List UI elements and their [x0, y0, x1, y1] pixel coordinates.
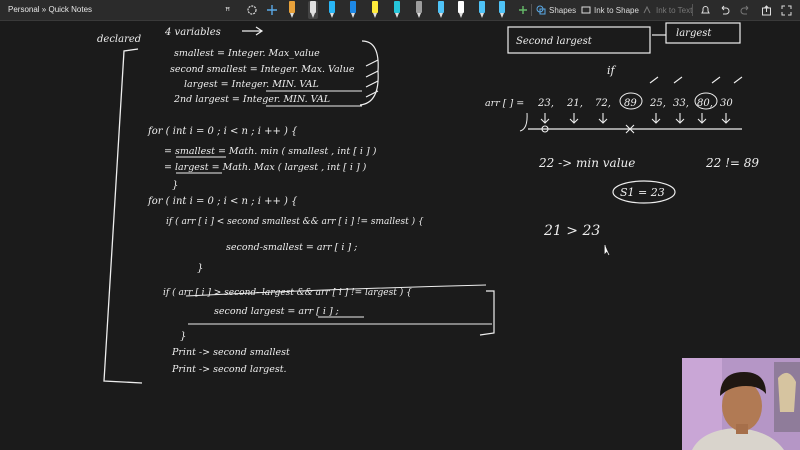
note-min-value: 22 -> min value — [538, 156, 635, 170]
ink-to-shape-label: Ink to Shape — [594, 5, 639, 15]
note-decl-2: second smallest = Integer. Max. Value — [170, 64, 355, 75]
note-decl-1: smallest = Integer. Max_value — [174, 48, 320, 59]
note-variables-header: 4 variables — [164, 27, 221, 38]
lasso-select-icon[interactable]: ꟸ — [222, 2, 238, 18]
ribbon-toolbar: Personal » Quick Notes ꟸ Shapes Ink to S… — [0, 0, 800, 21]
pen-lightblue-icon[interactable] — [436, 1, 446, 19]
ink-to-text-label: Ink to Text — [656, 5, 693, 15]
note-print1: Print -> second smallest — [171, 347, 290, 358]
ink-to-shape-icon — [581, 6, 591, 14]
array-value: 23, — [537, 98, 554, 109]
note-loop2-header: for ( int i = 0 ; i < n ; i ++ ) { — [147, 196, 298, 207]
pen-gray-icon[interactable] — [414, 1, 424, 19]
presenter-video — [682, 358, 800, 450]
pen-teal-icon[interactable] — [392, 1, 402, 19]
tick-marks — [365, 59, 379, 98]
mouse-cursor-icon — [604, 245, 610, 256]
highlighter-orange-icon[interactable] — [287, 1, 297, 19]
pen-yellow-icon[interactable] — [370, 1, 380, 19]
webcam-overlay — [682, 358, 800, 450]
note-loop1-line1: = smallest = Math. min ( smallest , int … — [164, 146, 377, 157]
undo-icon[interactable] — [716, 2, 732, 18]
ink-to-text-icon — [643, 5, 651, 14]
svg-text:ꟸ: ꟸ — [225, 7, 230, 16]
array-value: 33, — [673, 98, 689, 109]
pen-blue-icon[interactable] — [348, 1, 358, 19]
array-value: 72, — [595, 98, 611, 109]
note-if1: if ( arr [ i ] < second smallest && arr … — [166, 216, 424, 227]
toolbar-divider — [531, 4, 532, 16]
note-if-label: if — [607, 64, 617, 77]
note-print2: Print -> second largest. — [171, 364, 287, 375]
note-top-partial: declared — [97, 34, 141, 45]
note-loop1-header: for ( int i = 0 ; i < n ; i ++ ) { — [147, 126, 298, 137]
lasso-icon[interactable] — [244, 2, 260, 18]
pen-skyblue-icon[interactable] — [477, 1, 487, 19]
closing-brace-2: } — [197, 263, 203, 274]
note-neq: 22 != 89 — [705, 156, 759, 170]
array-value: 25, — [649, 98, 666, 109]
array-value: 21, — [566, 98, 583, 109]
ink-to-text-button[interactable]: Ink to Text — [643, 2, 692, 18]
array-value: 30 — [720, 98, 733, 109]
closing-brace-1: } — [172, 180, 178, 191]
add-space-icon[interactable] — [264, 2, 280, 18]
note-decl-4: 2nd largest = Integer. MIN. VAL — [173, 94, 330, 105]
expand-icon[interactable] — [778, 2, 794, 18]
bracket-stroke — [479, 290, 495, 336]
pen-white-icon[interactable] — [456, 1, 466, 19]
note-if1-body: second-smallest = arr [ i ] ; — [226, 242, 357, 253]
note-s1: S1 = 23 — [620, 186, 665, 199]
note-if2-body: second largest = arr [ i ] ; — [214, 306, 339, 317]
note-decl-3: largest = Integer. MIN. VAL — [184, 79, 319, 90]
add-pen-icon[interactable] — [515, 2, 531, 18]
redo-icon[interactable] — [737, 2, 753, 18]
bracket-stroke — [519, 112, 528, 132]
note-loop1-line2: = largest = Math. Max ( largest , int [ … — [164, 162, 367, 173]
closing-brace-3: } — [180, 331, 186, 342]
note-box-largest: largest — [676, 28, 712, 39]
scope-bracket-left — [103, 48, 143, 384]
ink-canvas[interactable]: declared 4 variables smallest = Integer.… — [0, 21, 800, 450]
pen-cyan-icon[interactable] — [327, 1, 337, 19]
note-box-second-largest: Second largest — [516, 36, 593, 47]
array-value: 89 — [624, 98, 637, 109]
ink-to-shape-button[interactable]: Ink to Shape — [581, 2, 639, 18]
note-compare: 21 > 23 — [543, 223, 600, 239]
pen-white-selected-icon[interactable] — [308, 1, 318, 19]
pen-azure-icon[interactable] — [497, 1, 507, 19]
shapes-icon — [536, 5, 546, 15]
array-values: 23, 21, 72, 89 25, 33, 80, 30 — [537, 98, 733, 109]
shapes-button[interactable]: Shapes — [536, 2, 576, 18]
bell-icon[interactable] — [697, 2, 713, 18]
arrow-icon — [242, 26, 264, 36]
shapes-label: Shapes — [549, 5, 577, 15]
note-array-label: arr [ ] = — [485, 98, 524, 109]
handwritten-notes: declared 4 variables smallest = Integer.… — [97, 22, 759, 384]
share-icon[interactable] — [758, 2, 774, 18]
breadcrumb[interactable]: Personal » Quick Notes — [8, 5, 92, 14]
toolbar-divider — [692, 4, 693, 16]
